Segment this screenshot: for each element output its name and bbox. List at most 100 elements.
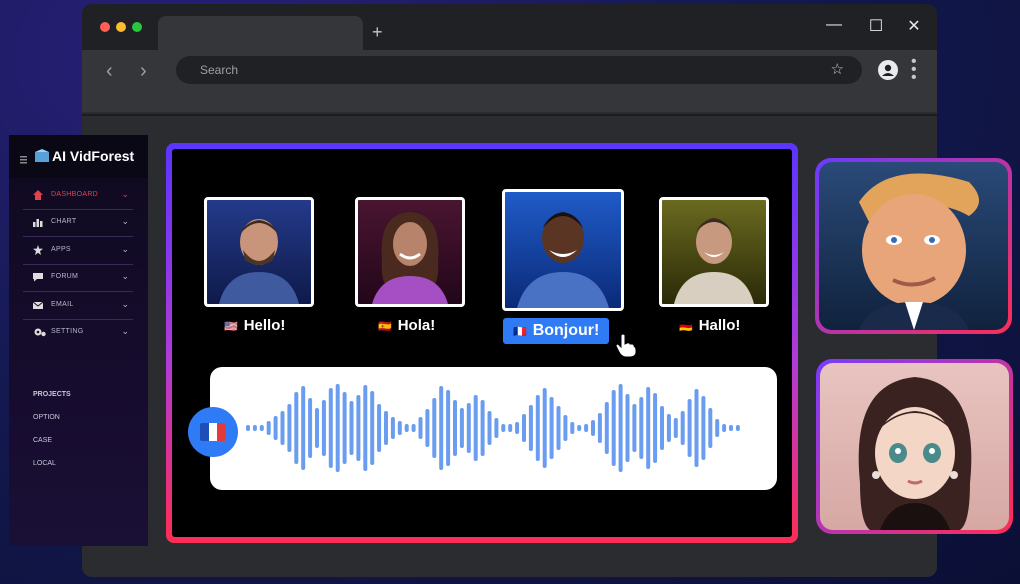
new-tab-button[interactable]: + [372, 22, 383, 43]
project-link-local[interactable]: LOCAL [33, 460, 56, 467]
france-flag-icon: 🇫🇷 [513, 326, 527, 338]
menu-label: CHART [51, 218, 77, 225]
menu-item-chart[interactable]: CHART ⌄ [23, 214, 133, 234]
waveform-bar [301, 386, 306, 470]
speaker-portrait[interactable] [355, 197, 465, 307]
menu-item-apps[interactable]: APPS ⌄ [23, 242, 133, 262]
minimize-button[interactable]: — [822, 16, 846, 34]
chart-icon [33, 219, 43, 227]
greeting-text: Hola! [397, 317, 436, 334]
browser-tab[interactable] [158, 16, 363, 54]
zoom-dot[interactable] [132, 22, 142, 32]
menu-separator [23, 319, 133, 320]
waveform-bar [363, 385, 368, 471]
close-window-button[interactable]: ✕ [902, 16, 926, 36]
tab-bar: + — ☐ ✕ [82, 4, 937, 54]
waveform-bar [377, 404, 382, 452]
waveform-bar [411, 424, 416, 432]
audio-waveform-panel [210, 367, 777, 490]
waveform-bar [252, 425, 257, 431]
waveform-bar [397, 421, 402, 435]
address-bar[interactable]: Search ☆ [176, 56, 862, 84]
waveform-bar [342, 392, 347, 464]
waveform-bar [722, 424, 727, 432]
greeting-text: Hello! [243, 317, 286, 334]
person-image [219, 219, 299, 304]
greeting-french-selected[interactable]: 🇫🇷 Bonjour! [503, 318, 610, 344]
person-image [517, 212, 609, 308]
waveform-bar [556, 406, 561, 450]
chevron-down-icon: ⌄ [121, 189, 129, 199]
waveform-bar [335, 384, 340, 472]
person-image [372, 212, 448, 304]
profile-icon[interactable] [878, 60, 898, 80]
translation-panel-inner: 🇺🇸 Hello! 🇪🇸 Hola! 🇫🇷 Bonjour! 🇩🇪 Hallo! [172, 149, 792, 537]
brand-name: AI VidForest [52, 148, 135, 164]
waveform-bar [466, 403, 471, 453]
greeting-text: Hallo! [698, 317, 741, 334]
waveform-bar [639, 397, 644, 459]
speaker-portrait[interactable] [204, 197, 314, 307]
waveform-bar [246, 425, 250, 431]
maximize-button[interactable]: ☐ [864, 16, 888, 36]
menu-item-forum[interactable]: FORUM ⌄ [23, 269, 133, 289]
gear-icon [34, 328, 46, 337]
waveform-bar [384, 411, 388, 445]
waveform-bar [418, 417, 423, 439]
waveform-bar [439, 386, 444, 470]
project-link-option[interactable]: OPTION [33, 414, 60, 421]
speaker-portrait-active[interactable] [502, 189, 624, 311]
anime-girl-image [858, 377, 972, 530]
project-link-case[interactable]: CASE [33, 437, 52, 444]
browser-toolbar: ‹ › Search ☆ • • • [82, 50, 937, 112]
mail-icon [33, 301, 43, 309]
language-badge[interactable] [188, 407, 238, 457]
waveform-bar [632, 404, 637, 452]
projects-heading: PROJECTS [33, 391, 71, 398]
hamburger-icon[interactable] [20, 151, 27, 164]
audio-waveform [246, 384, 740, 472]
speaker-portrait[interactable] [659, 197, 769, 307]
waveform-bar [508, 424, 513, 432]
menu-label: SETTING [51, 328, 84, 335]
waveform-bar [287, 404, 292, 452]
chevron-down-icon: ⌄ [121, 271, 129, 281]
back-button[interactable]: ‹ [106, 60, 113, 83]
waveform-bar [597, 413, 602, 443]
menu-item-setting[interactable]: SETTING ⌄ [23, 324, 133, 344]
waveform-bar [680, 411, 685, 445]
forward-button[interactable]: › [140, 60, 147, 83]
app-sidebar: AI VidForest DASHBOARD ⌄ CHART ⌄ APPS ⌄ … [9, 135, 148, 546]
waveform-bar [673, 418, 678, 438]
waveform-bar [487, 411, 492, 445]
waveform-bar [646, 387, 651, 469]
waveform-bar [480, 400, 485, 456]
waveform-bar [625, 394, 630, 462]
waveform-bar [259, 425, 264, 431]
waveform-bar [294, 392, 299, 464]
france-flag-icon [200, 423, 226, 441]
waveform-bar [404, 424, 409, 432]
menu-item-email[interactable]: EMAIL ⌄ [23, 297, 133, 317]
toolbar-divider [82, 114, 937, 116]
waveform-bar [701, 396, 706, 460]
waveform-bar [459, 408, 464, 448]
waveform-bar [522, 414, 526, 442]
waveform-bar [315, 408, 319, 448]
home-icon [33, 190, 43, 200]
waveform-bar [577, 425, 582, 431]
menu-separator [23, 264, 133, 265]
bookmark-star-icon[interactable]: ☆ [831, 60, 844, 78]
minimize-dot[interactable] [116, 22, 126, 32]
close-dot[interactable] [100, 22, 110, 32]
avatar-card-anime[interactable] [816, 359, 1013, 534]
more-menu-icon[interactable]: • • • [911, 54, 917, 86]
waveform-bar [735, 425, 740, 431]
chevron-down-icon: ⌄ [121, 216, 129, 226]
avatar-card-caricature[interactable] [815, 158, 1012, 334]
waveform-bar [280, 411, 285, 445]
menu-label: APPS [51, 246, 71, 253]
menu-item-dashboard[interactable]: DASHBOARD ⌄ [23, 187, 133, 207]
waveform-bar [535, 395, 540, 461]
greeting-english: 🇺🇸 Hello! [224, 317, 285, 334]
